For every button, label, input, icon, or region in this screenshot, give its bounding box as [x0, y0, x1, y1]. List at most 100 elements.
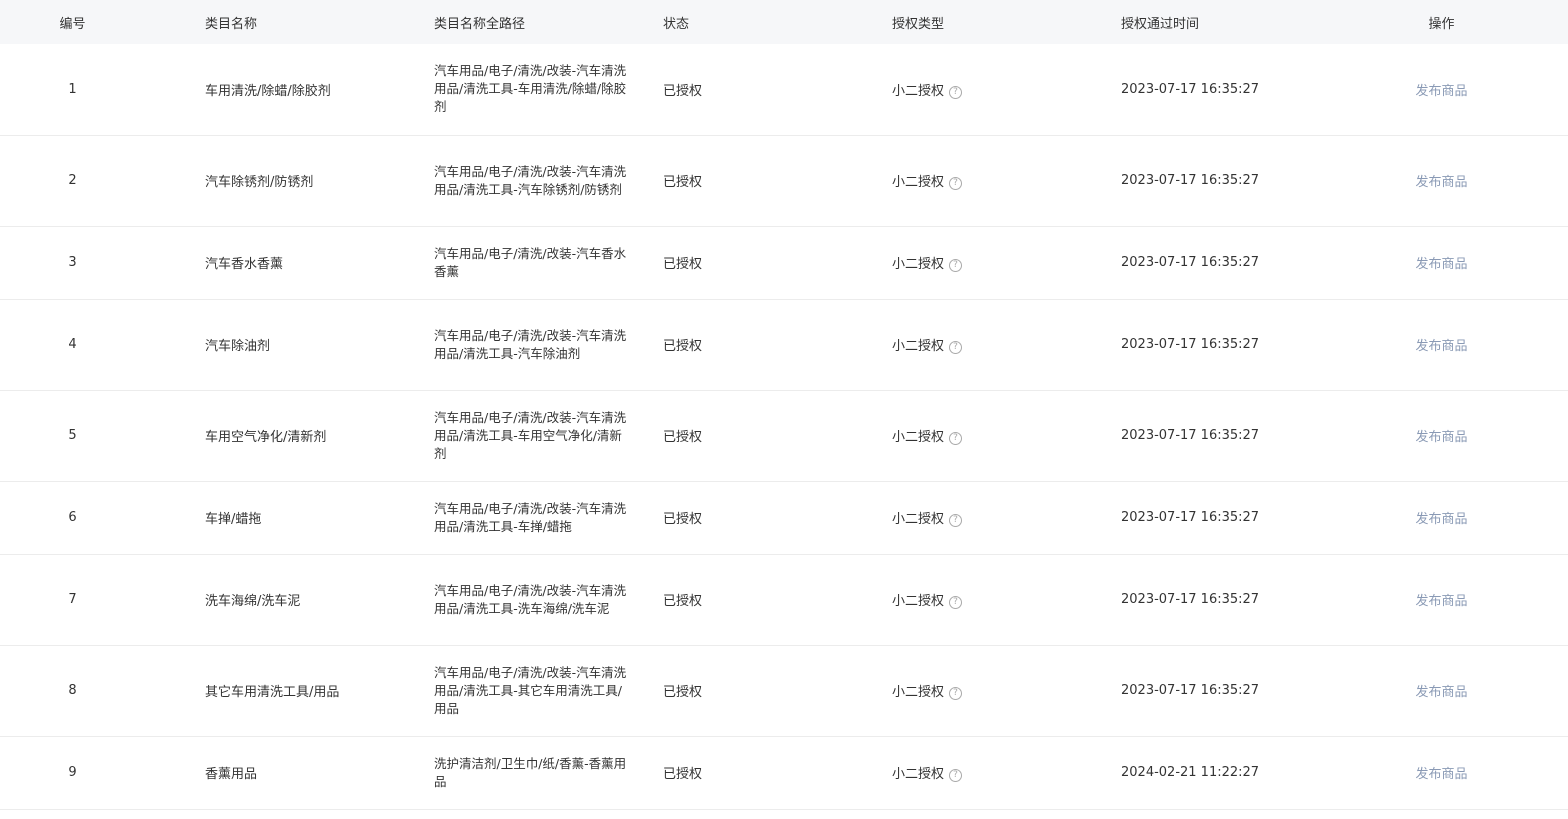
- table-row: 2 汽车除锈剂/防锈剂 汽车用品/电子/清洗/改装-汽车清洗用品/清洗工具-汽车除锈…: [0, 135, 1568, 227]
- cell-category-name: 洗车海绵/洗车泥: [145, 554, 374, 646]
- cell-index: 8: [0, 645, 145, 737]
- cell-auth-time: 2023-07-17 16:35:27: [1061, 645, 1315, 737]
- publish-product-link[interactable]: 发布商品: [1415, 339, 1467, 354]
- cell-category-path: 汽车用品/电子/清洗/改装-汽车清洗用品/清洗工具-洗车海绵/洗车泥: [374, 554, 626, 646]
- cell-index: 5: [0, 390, 145, 482]
- category-auth-table: 编号 类目名称 类目名称全路径 状态 授权类型 授权通过时间 操作 1 车用清洗/…: [0, 0, 1568, 810]
- table-row: 4 汽车除油剂 汽车用品/电子/清洗/改装-汽车清洗用品/清洗工具-汽车除油剂 已授权…: [0, 299, 1568, 391]
- cell-status: 已授权: [603, 554, 832, 646]
- publish-product-link[interactable]: 发布商品: [1415, 685, 1467, 700]
- auth-type-label: 小二授权: [892, 430, 945, 445]
- cell-auth-type: 小二授权?: [832, 645, 1061, 737]
- category-path-text: 汽车用品/电子/清洗/改装-汽车清洗用品/清洗工具-汽车除油剂: [434, 327, 627, 361]
- question-circle-icon[interactable]: ?: [949, 85, 963, 99]
- cell-category-path: 汽车用品/电子/清洗/改装-汽车清洗用品/清洗工具-车用空气净化/清新剂: [374, 390, 626, 482]
- category-path-text: 汽车用品/电子/清洗/改装-汽车清洗用品/清洗工具-车用空气净化/清新剂: [434, 409, 627, 461]
- cell-action: 发布商品: [1315, 736, 1568, 810]
- category-path-text: 汽车用品/电子/清洗/改装-汽车清洗用品/清洗工具-车掸/蜡拖: [434, 500, 627, 534]
- table-row: 8 其它车用清洗工具/用品 汽车用品/电子/清洗/改装-汽车清洗用品/清洗工具-其它…: [0, 645, 1568, 737]
- category-path-text: 汽车用品/电子/清洗/改装-汽车清洗用品/清洗工具-汽车除锈剂/防锈剂: [434, 163, 627, 197]
- question-circle-icon[interactable]: ?: [949, 259, 963, 272]
- cell-status: 已授权: [603, 645, 832, 737]
- category-path-text: 洗护清洁剂/卫生巾/纸/香薰-香薰用品: [434, 755, 627, 789]
- cell-category-name: 车用空气净化/清新剂: [145, 390, 374, 482]
- cell-index: 1: [0, 44, 145, 136]
- table-row: 5 车用空气净化/清新剂 汽车用品/电子/清洗/改装-汽车清洗用品/清洗工具-车用空…: [0, 390, 1568, 482]
- cell-category-path: 汽车用品/电子/清洗/改装-汽车清洗用品/清洗工具-车掸/蜡拖: [374, 481, 626, 555]
- cell-action: 发布商品: [1315, 481, 1568, 555]
- cell-index: 3: [0, 226, 145, 300]
- cell-auth-type: 小二授权?: [832, 390, 1061, 482]
- cell-auth-time: 2023-07-17 16:35:27: [1061, 554, 1315, 646]
- header-auth-type: 授权类型: [892, 16, 945, 32]
- cell-category-name: 汽车除油剂: [145, 299, 374, 391]
- question-circle-icon[interactable]: ?: [949, 687, 963, 700]
- header-action: 操作: [1428, 16, 1455, 32]
- category-path-text: 汽车用品/电子/清洗/改装-汽车清洗用品/清洗工具-车用清洗/除蜡/除胶剂: [434, 63, 627, 115]
- table-header-row: 编号 类目名称 类目名称全路径 状态 授权类型 授权通过时间 操作: [0, 0, 1568, 44]
- header-index: 编号: [59, 16, 86, 32]
- cell-status: 已授权: [603, 390, 832, 482]
- cell-action: 发布商品: [1315, 554, 1568, 646]
- cell-auth-type: 小二授权?: [832, 299, 1061, 391]
- cell-category-name: 车用清洗/除蜡/除胶剂: [145, 44, 374, 136]
- cell-auth-time: 2024-02-21 11:22:27: [1061, 736, 1315, 810]
- table-row: 6 车掸/蜡拖 汽车用品/电子/清洗/改装-汽车清洗用品/清洗工具-车掸/蜡拖 已授权…: [0, 481, 1568, 555]
- question-circle-icon[interactable]: ?: [949, 514, 963, 527]
- cell-auth-type: 小二授权?: [832, 554, 1061, 646]
- publish-product-link[interactable]: 发布商品: [1415, 257, 1467, 272]
- cell-auth-time: 2023-07-17 16:35:27: [1061, 44, 1315, 136]
- cell-category-path: 洗护清洁剂/卫生巾/纸/香薰-香薰用品: [374, 736, 626, 810]
- cell-auth-time: 2023-07-17 16:35:27: [1061, 481, 1315, 555]
- question-circle-icon[interactable]: ?: [949, 432, 963, 445]
- cell-auth-time: 2023-07-17 16:35:27: [1061, 226, 1315, 300]
- cell-category-name: 香薰用品: [145, 736, 374, 810]
- table-body: 1 车用清洗/除蜡/除胶剂汽车用品/电子/清洗/改装-汽车清洗用品/清洗工具-车用…: [0, 44, 1568, 810]
- cell-index: 6: [0, 481, 145, 555]
- publish-product-link[interactable]: 发布商品: [1415, 175, 1467, 190]
- auth-type-label: 小二授权: [892, 767, 945, 782]
- cell-action: 发布商品: [1315, 135, 1568, 227]
- question-circle-icon[interactable]: ?: [949, 177, 963, 190]
- cell-index: 9: [0, 736, 145, 810]
- cell-status: 已授权: [603, 226, 832, 300]
- question-circle-icon[interactable]: ?: [949, 769, 963, 782]
- auth-type-label: 小二授权: [892, 175, 945, 190]
- cell-category-name: 汽车香水香薰: [145, 226, 374, 300]
- cell-category-name: 车掸/蜡拖: [145, 481, 374, 555]
- publish-product-link[interactable]: 发布商品: [1415, 594, 1467, 609]
- header-path: 类目名称全路径: [434, 16, 526, 32]
- auth-type-label: 小二授权: [892, 83, 945, 99]
- cell-category-path: 汽车用品/电子/清洗/改装-汽车清洗用品/清洗工具-汽车除油剂: [374, 299, 626, 391]
- auth-type-label: 小二授权: [892, 257, 945, 272]
- cell-auth-type: 小二授权?: [832, 135, 1061, 227]
- cell-status: 已授权: [603, 299, 832, 391]
- auth-type-label: 小二授权: [892, 685, 945, 700]
- publish-product-link[interactable]: 发布商品: [1415, 430, 1467, 445]
- cell-category-path: 汽车用品/电子/清洗/改装-汽车清洗用品/清洗工具-其它车用清洗工具/用品: [374, 645, 626, 737]
- cell-category-path: 汽车用品/电子/清洗/改装-汽车清洗用品/清洗工具-汽车除锈剂/防锈剂: [374, 135, 626, 227]
- header-name: 类目名称: [205, 16, 258, 32]
- cell-category-path: 汽车用品/电子/清洗/改装-汽车香水香薰: [374, 226, 626, 300]
- cell-auth-time: 2023-07-17 16:35:27: [1061, 390, 1315, 482]
- cell-action: 发布商品: [1315, 299, 1568, 391]
- cell-auth-type: 小二授权?: [832, 44, 1061, 136]
- cell-category-name: 汽车除锈剂/防锈剂: [145, 135, 374, 227]
- publish-product-link[interactable]: 发布商品: [1415, 84, 1467, 99]
- publish-product-link[interactable]: 发布商品: [1415, 767, 1467, 782]
- header-status: 状态: [663, 16, 690, 32]
- cell-action: 发布商品: [1315, 44, 1568, 136]
- cell-auth-type: 小二授权?: [832, 481, 1061, 555]
- category-path-text: 汽车用品/电子/清洗/改装-汽车清洗用品/清洗工具-其它车用清洗工具/用品: [434, 664, 627, 716]
- auth-type-label: 小二授权: [892, 594, 945, 609]
- table-row: 1 车用清洗/除蜡/除胶剂 汽车用品/电子/清洗/改装-汽车清洗用品/清洗工具-车用…: [0, 44, 1568, 136]
- cell-index: 4: [0, 299, 145, 391]
- cell-category-name: 其它车用清洗工具/用品: [145, 645, 374, 737]
- question-circle-icon[interactable]: ?: [949, 341, 963, 354]
- header-auth-time: 授权通过时间: [1121, 16, 1200, 32]
- question-circle-icon[interactable]: ?: [949, 596, 963, 609]
- category-path-text: 汽车用品/电子/清洗/改装-汽车清洗用品/清洗工具-洗车海绵/洗车泥: [434, 582, 627, 616]
- publish-product-link[interactable]: 发布商品: [1415, 512, 1467, 527]
- table-row: 3 汽车香水香薰 汽车用品/电子/清洗/改装-汽车香水香薰 已授权 小二授权? 2023-…: [0, 226, 1568, 300]
- cell-auth-type: 小二授权?: [832, 736, 1061, 810]
